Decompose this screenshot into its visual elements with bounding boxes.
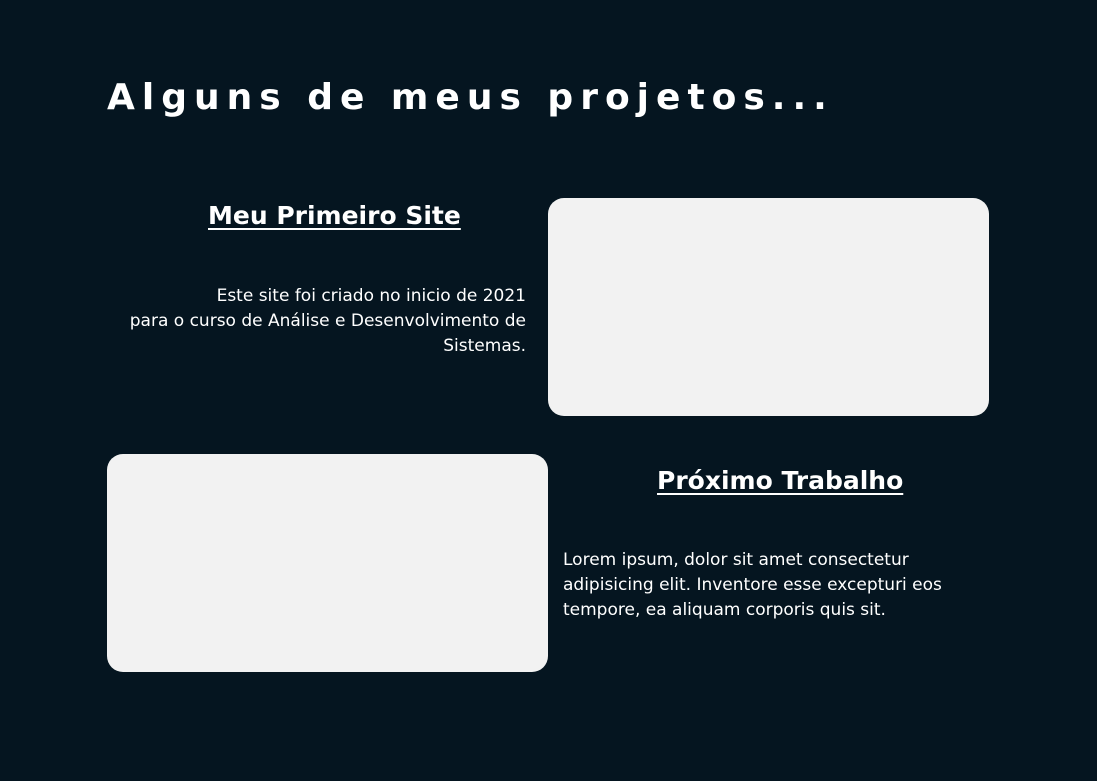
project-preview-image-proximo-trabalho[interactable]	[107, 454, 548, 672]
project-description-proximo-trabalho: Lorem ipsum, dolor sit amet consectetur …	[563, 548, 983, 623]
description-line: adipisicing elit. Inventore esse exceptu…	[563, 575, 942, 595]
description-line: Sistemas.	[443, 336, 526, 356]
section-title: Alguns de meus projetos...	[107, 77, 834, 118]
description-line: Lorem ipsum, dolor sit amet consectetur	[563, 550, 909, 570]
description-line: tempore, ea aliquam corporis quis sit.	[563, 600, 886, 620]
project-title-proximo-trabalho[interactable]: Próximo Trabalho	[657, 465, 903, 497]
project-preview-image-meu-primeiro-site[interactable]	[548, 198, 989, 416]
description-line: para o curso de Análise e Desenvolviment…	[129, 311, 526, 331]
description-line: Este site foi criado no inicio de 2021	[216, 286, 526, 306]
project-title-meu-primeiro-site[interactable]: Meu Primeiro Site	[208, 200, 461, 232]
project-description-meu-primeiro-site: Este site foi criado no inicio de 2021 p…	[120, 284, 526, 359]
